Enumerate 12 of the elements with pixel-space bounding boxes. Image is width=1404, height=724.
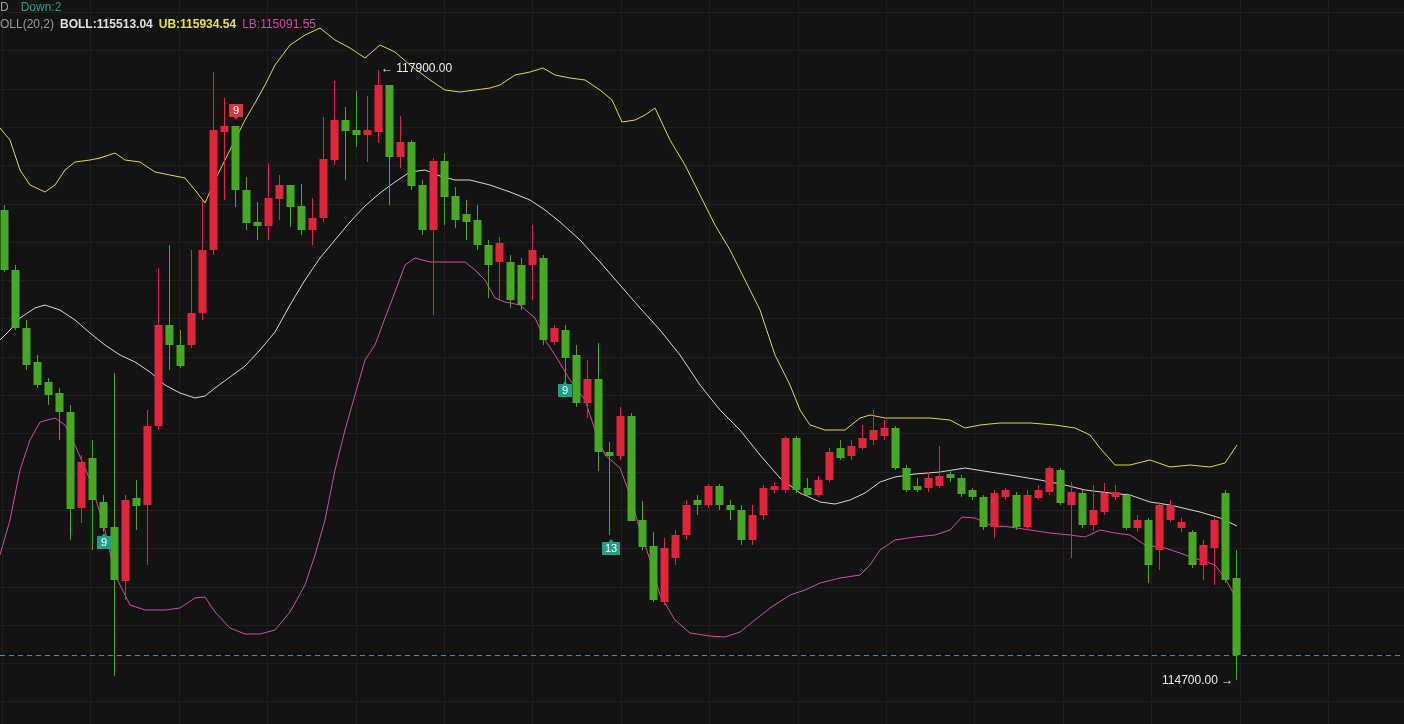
count-badge: 13	[602, 539, 621, 555]
lower-band-value: LB:115091.55	[242, 17, 316, 32]
middle-band-value: BOLL:115513.04	[60, 17, 153, 32]
high-price-label: ← 117900.00	[381, 61, 453, 75]
indicator-name: OLL(20,2)	[0, 17, 55, 32]
count-badge: 9	[229, 104, 243, 120]
count-badge: 9	[97, 533, 111, 549]
indicator-name: D	[0, 0, 9, 15]
count-badge: 9	[558, 381, 572, 397]
upper-band-value: UB:115934.54	[158, 17, 237, 32]
count-value: Down:2	[20, 0, 62, 15]
low-price-label: 114700.00 →	[1162, 673, 1234, 687]
